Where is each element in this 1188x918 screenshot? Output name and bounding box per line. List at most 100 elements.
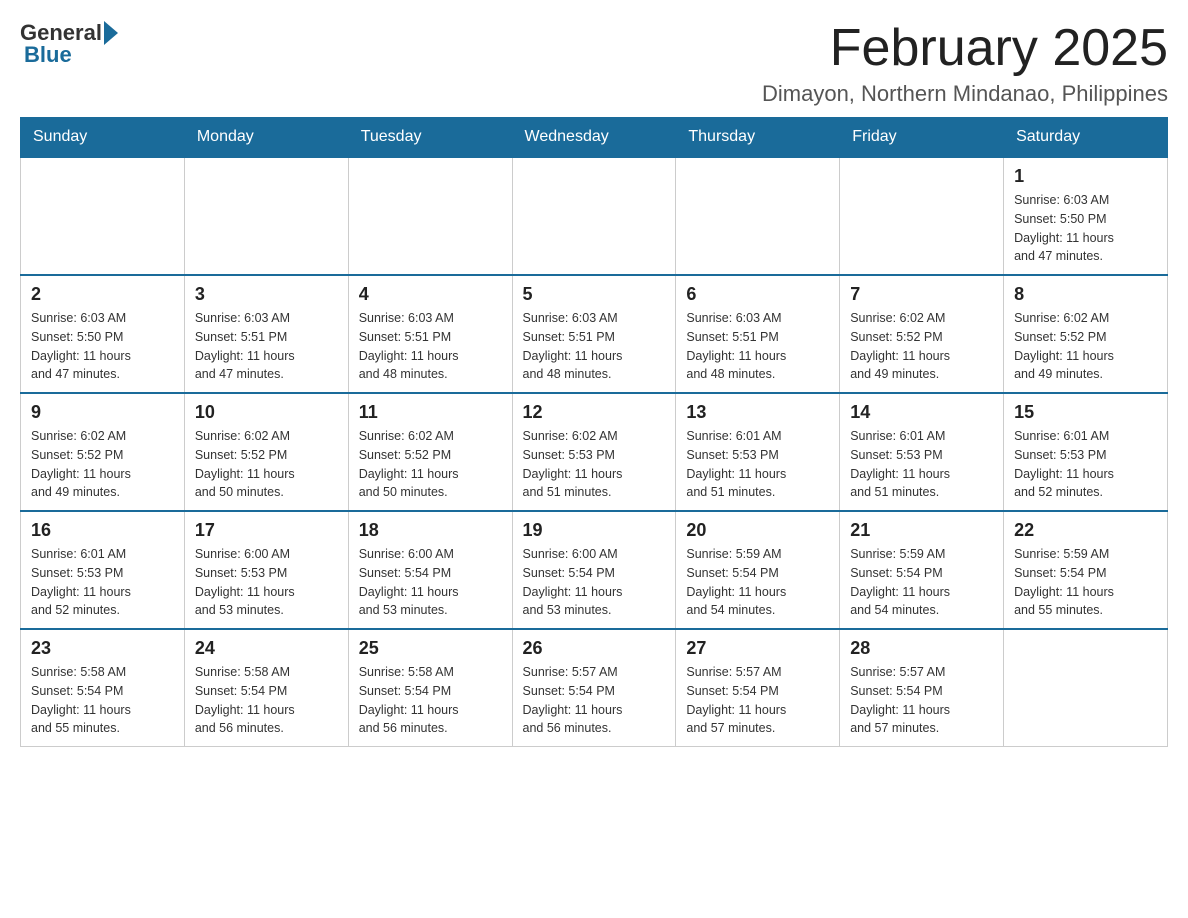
day-info: Sunrise: 6:03 AMSunset: 5:50 PMDaylight:… bbox=[1014, 191, 1157, 266]
week-row-1: 1 Sunrise: 6:03 AMSunset: 5:50 PMDaylight… bbox=[21, 157, 1168, 275]
day-info: Sunrise: 6:03 AMSunset: 5:51 PMDaylight:… bbox=[686, 309, 829, 384]
day-number: 19 bbox=[523, 520, 666, 541]
calendar-cell bbox=[676, 157, 840, 275]
day-info: Sunrise: 5:59 AMSunset: 5:54 PMDaylight:… bbox=[1014, 545, 1157, 620]
day-number: 21 bbox=[850, 520, 993, 541]
logo-blue-text: Blue bbox=[24, 42, 72, 68]
day-info: Sunrise: 5:59 AMSunset: 5:54 PMDaylight:… bbox=[850, 545, 993, 620]
calendar-cell: 3 Sunrise: 6:03 AMSunset: 5:51 PMDaylight… bbox=[184, 275, 348, 393]
calendar-cell: 25 Sunrise: 5:58 AMSunset: 5:54 PMDayligh… bbox=[348, 629, 512, 747]
calendar-cell: 26Sunrise: 5:57 AMSunset: 5:54 PMDayligh… bbox=[512, 629, 676, 747]
day-header-sunday: Sunday bbox=[21, 118, 185, 158]
day-header-thursday: Thursday bbox=[676, 118, 840, 158]
day-number: 14 bbox=[850, 402, 993, 423]
week-row-4: 16Sunrise: 6:01 AMSunset: 5:53 PMDayligh… bbox=[21, 511, 1168, 629]
calendar-cell: 13 Sunrise: 6:01 AMSunset: 5:53 PMDayligh… bbox=[676, 393, 840, 511]
day-header-wednesday: Wednesday bbox=[512, 118, 676, 158]
day-number: 27 bbox=[686, 638, 829, 659]
day-info: Sunrise: 6:02 AMSunset: 5:52 PMDaylight:… bbox=[1014, 309, 1157, 384]
day-number: 5 bbox=[523, 284, 666, 305]
day-header-saturday: Saturday bbox=[1004, 118, 1168, 158]
day-header-monday: Monday bbox=[184, 118, 348, 158]
calendar-header-row: SundayMondayTuesdayWednesdayThursdayFrid… bbox=[21, 118, 1168, 158]
calendar-cell: 2 Sunrise: 6:03 AMSunset: 5:50 PMDaylight… bbox=[21, 275, 185, 393]
day-info: Sunrise: 6:03 AMSunset: 5:50 PMDaylight:… bbox=[31, 309, 174, 384]
calendar-cell: 14 Sunrise: 6:01 AMSunset: 5:53 PMDayligh… bbox=[840, 393, 1004, 511]
calendar-cell bbox=[840, 157, 1004, 275]
day-number: 18 bbox=[359, 520, 502, 541]
calendar-cell: 9 Sunrise: 6:02 AMSunset: 5:52 PMDaylight… bbox=[21, 393, 185, 511]
day-info: Sunrise: 6:00 AMSunset: 5:53 PMDaylight:… bbox=[195, 545, 338, 620]
day-info: Sunrise: 5:59 AMSunset: 5:54 PMDaylight:… bbox=[686, 545, 829, 620]
calendar-cell: 11 Sunrise: 6:02 AMSunset: 5:52 PMDayligh… bbox=[348, 393, 512, 511]
calendar-cell: 28 Sunrise: 5:57 AMSunset: 5:54 PMDayligh… bbox=[840, 629, 1004, 747]
day-number: 20 bbox=[686, 520, 829, 541]
week-row-5: 23 Sunrise: 5:58 AMSunset: 5:54 PMDayligh… bbox=[21, 629, 1168, 747]
calendar-title: February 2025 bbox=[762, 20, 1168, 77]
calendar-cell bbox=[21, 157, 185, 275]
day-info: Sunrise: 5:57 AMSunset: 5:54 PMDaylight:… bbox=[686, 663, 829, 738]
calendar-cell: 5 Sunrise: 6:03 AMSunset: 5:51 PMDaylight… bbox=[512, 275, 676, 393]
calendar-cell bbox=[184, 157, 348, 275]
calendar-cell: 16Sunrise: 6:01 AMSunset: 5:53 PMDayligh… bbox=[21, 511, 185, 629]
day-number: 1 bbox=[1014, 166, 1157, 187]
calendar-cell: 24Sunrise: 5:58 AMSunset: 5:54 PMDayligh… bbox=[184, 629, 348, 747]
day-number: 11 bbox=[359, 402, 502, 423]
day-number: 8 bbox=[1014, 284, 1157, 305]
day-number: 4 bbox=[359, 284, 502, 305]
day-number: 2 bbox=[31, 284, 174, 305]
logo-arrow-icon bbox=[104, 21, 118, 45]
day-number: 15 bbox=[1014, 402, 1157, 423]
day-info: Sunrise: 6:03 AMSunset: 5:51 PMDaylight:… bbox=[523, 309, 666, 384]
calendar-cell: 6 Sunrise: 6:03 AMSunset: 5:51 PMDaylight… bbox=[676, 275, 840, 393]
calendar-cell bbox=[1004, 629, 1168, 747]
day-info: Sunrise: 6:02 AMSunset: 5:52 PMDaylight:… bbox=[359, 427, 502, 502]
day-info: Sunrise: 6:00 AMSunset: 5:54 PMDaylight:… bbox=[359, 545, 502, 620]
calendar-cell: 19Sunrise: 6:00 AMSunset: 5:54 PMDayligh… bbox=[512, 511, 676, 629]
calendar-cell: 10 Sunrise: 6:02 AMSunset: 5:52 PMDayligh… bbox=[184, 393, 348, 511]
day-number: 6 bbox=[686, 284, 829, 305]
day-number: 9 bbox=[31, 402, 174, 423]
day-number: 23 bbox=[31, 638, 174, 659]
day-info: Sunrise: 6:02 AMSunset: 5:52 PMDaylight:… bbox=[31, 427, 174, 502]
day-number: 12 bbox=[523, 402, 666, 423]
calendar-cell: 23Sunrise: 5:58 AMSunset: 5:54 PMDayligh… bbox=[21, 629, 185, 747]
calendar-cell: 21 Sunrise: 5:59 AMSunset: 5:54 PMDayligh… bbox=[840, 511, 1004, 629]
day-info: Sunrise: 6:02 AMSunset: 5:53 PMDaylight:… bbox=[523, 427, 666, 502]
calendar-cell: 18 Sunrise: 6:00 AMSunset: 5:54 PMDayligh… bbox=[348, 511, 512, 629]
week-row-2: 2 Sunrise: 6:03 AMSunset: 5:50 PMDaylight… bbox=[21, 275, 1168, 393]
calendar-cell: 12 Sunrise: 6:02 AMSunset: 5:53 PMDayligh… bbox=[512, 393, 676, 511]
day-info: Sunrise: 6:01 AMSunset: 5:53 PMDaylight:… bbox=[850, 427, 993, 502]
day-number: 10 bbox=[195, 402, 338, 423]
day-info: Sunrise: 6:03 AMSunset: 5:51 PMDaylight:… bbox=[359, 309, 502, 384]
day-info: Sunrise: 6:01 AMSunset: 5:53 PMDaylight:… bbox=[686, 427, 829, 502]
calendar-cell: 20 Sunrise: 5:59 AMSunset: 5:54 PMDayligh… bbox=[676, 511, 840, 629]
day-info: Sunrise: 6:03 AMSunset: 5:51 PMDaylight:… bbox=[195, 309, 338, 384]
page-header: General Blue February 2025 Dimayon, Nort… bbox=[20, 20, 1168, 107]
day-info: Sunrise: 6:02 AMSunset: 5:52 PMDaylight:… bbox=[195, 427, 338, 502]
day-info: Sunrise: 5:58 AMSunset: 5:54 PMDaylight:… bbox=[359, 663, 502, 738]
day-number: 13 bbox=[686, 402, 829, 423]
day-info: Sunrise: 5:57 AMSunset: 5:54 PMDaylight:… bbox=[523, 663, 666, 738]
calendar-cell: 22 Sunrise: 5:59 AMSunset: 5:54 PMDayligh… bbox=[1004, 511, 1168, 629]
calendar-cell: 27 Sunrise: 5:57 AMSunset: 5:54 PMDayligh… bbox=[676, 629, 840, 747]
day-number: 28 bbox=[850, 638, 993, 659]
calendar-cell: 8 Sunrise: 6:02 AMSunset: 5:52 PMDaylight… bbox=[1004, 275, 1168, 393]
day-number: 22 bbox=[1014, 520, 1157, 541]
calendar-cell: 1 Sunrise: 6:03 AMSunset: 5:50 PMDaylight… bbox=[1004, 157, 1168, 275]
calendar-cell bbox=[512, 157, 676, 275]
day-info: Sunrise: 5:57 AMSunset: 5:54 PMDaylight:… bbox=[850, 663, 993, 738]
calendar-cell: 15Sunrise: 6:01 AMSunset: 5:53 PMDayligh… bbox=[1004, 393, 1168, 511]
day-number: 7 bbox=[850, 284, 993, 305]
calendar-cell bbox=[348, 157, 512, 275]
calendar-cell: 17 Sunrise: 6:00 AMSunset: 5:53 PMDayligh… bbox=[184, 511, 348, 629]
day-number: 16 bbox=[31, 520, 174, 541]
day-number: 3 bbox=[195, 284, 338, 305]
calendar-subtitle: Dimayon, Northern Mindanao, Philippines bbox=[762, 81, 1168, 107]
day-number: 17 bbox=[195, 520, 338, 541]
calendar-cell: 7Sunrise: 6:02 AMSunset: 5:52 PMDaylight… bbox=[840, 275, 1004, 393]
day-header-tuesday: Tuesday bbox=[348, 118, 512, 158]
day-number: 25 bbox=[359, 638, 502, 659]
day-header-friday: Friday bbox=[840, 118, 1004, 158]
logo: General Blue bbox=[20, 20, 118, 68]
